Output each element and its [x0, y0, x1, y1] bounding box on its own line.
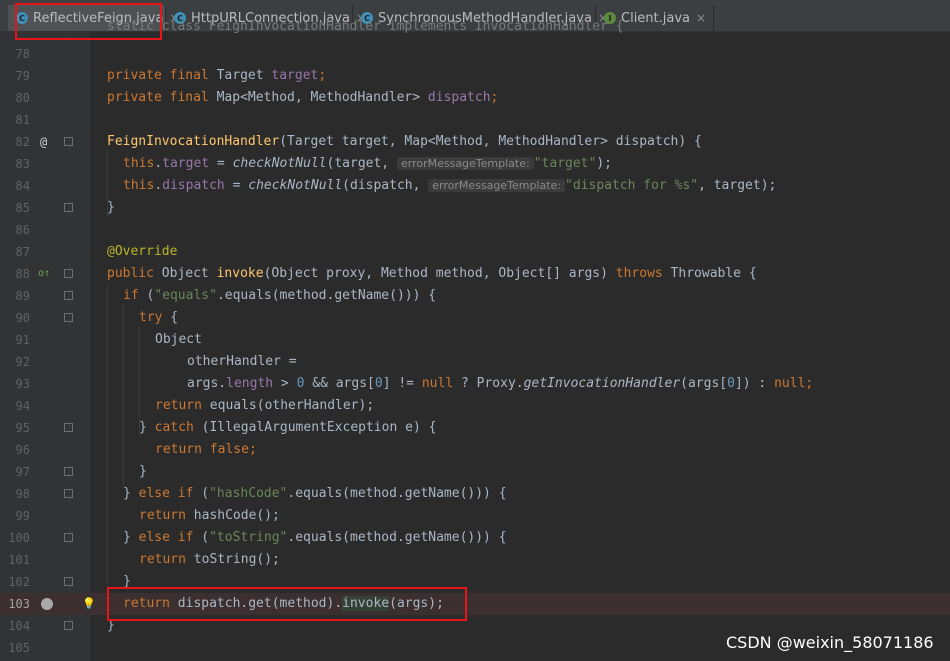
code-line: 99 return hashCode(); [0, 505, 950, 527]
code-text[interactable]: return false; [155, 439, 257, 461]
code-line: 98 } else if ("hashCode".equals(method.g… [0, 483, 950, 505]
code-text[interactable]: return hashCode(); [139, 505, 280, 527]
code-text[interactable]: args.length > 0 && args[0] != null ? Pro… [187, 373, 813, 395]
fold-icon[interactable] [64, 269, 73, 278]
fold-icon[interactable] [64, 467, 73, 476]
code-line: 85 } [0, 197, 950, 219]
line-number: 102 [8, 575, 30, 589]
code-text: static class FeignInvocationHandler impl… [107, 20, 624, 34]
watermark: CSDN @weixin_58071186 [726, 633, 934, 652]
parameter-hint: errorMessageTemplate: [396, 157, 534, 170]
line-number: 84 [15, 179, 30, 193]
line-number: 78 [15, 47, 30, 61]
code-line: 89 if ("equals".equals(method.getName())… [0, 285, 950, 307]
code-line: 94 return equals(otherHandler); [0, 395, 950, 417]
code-line: 78 [0, 43, 950, 65]
code-text[interactable]: try { [139, 307, 178, 329]
code-text[interactable]: @Override [107, 241, 177, 263]
breakpoint-icon[interactable] [41, 598, 53, 610]
code-line: 80 private final Map<Method, MethodHandl… [0, 87, 950, 109]
line-number: 86 [15, 223, 30, 237]
line-number: 100 [8, 531, 30, 545]
line-number: 97 [15, 465, 30, 479]
lightbulb-icon[interactable]: 💡 [82, 593, 96, 615]
code-text[interactable]: Object [155, 329, 202, 351]
line-number: 83 [15, 157, 30, 171]
code-text[interactable]: } [139, 461, 147, 483]
code-text[interactable]: } catch (IllegalArgumentException e) { [139, 417, 436, 439]
code-line: 96 return false; [0, 439, 950, 461]
line-number: 92 [15, 355, 30, 369]
fold-icon[interactable] [64, 291, 73, 300]
line-number: 87 [15, 245, 30, 259]
line-number: 93 [15, 377, 30, 391]
highlight-box-tab [15, 3, 162, 40]
code-text[interactable]: this.dispatch = checkNotNull(dispatch, e… [123, 175, 776, 197]
code-line: 82 @ FeignInvocationHandler(Target targe… [0, 131, 950, 153]
code-text[interactable]: if ("equals".equals(method.getName())) { [123, 285, 436, 307]
line-number: 79 [15, 69, 30, 83]
fold-icon[interactable] [64, 533, 73, 542]
line-number: 80 [15, 91, 30, 105]
code-text[interactable]: } else if ("hashCode".equals(method.getN… [123, 483, 507, 505]
line-number: 101 [8, 553, 30, 567]
line-number: 105 [8, 641, 30, 655]
line-number: 98 [15, 487, 30, 501]
fold-icon[interactable] [64, 137, 73, 146]
line-number: 88 [15, 267, 30, 281]
code-line: 86 [0, 219, 950, 241]
override-icon[interactable]: o↑ [38, 263, 50, 285]
code-text[interactable]: public Object invoke(Object proxy, Metho… [107, 263, 757, 285]
at-icon[interactable]: @ [40, 131, 47, 153]
code-text[interactable]: private final Target target; [107, 65, 326, 87]
code-line: 88 o↑ public Object invoke(Object proxy,… [0, 263, 950, 285]
code-text[interactable]: private final Map<Method, MethodHandler>… [107, 87, 498, 109]
code-text[interactable]: otherHandler = [187, 351, 297, 373]
line-number: 94 [15, 399, 30, 413]
line-number: 95 [15, 421, 30, 435]
code-text[interactable]: } [107, 197, 115, 219]
line-number: 96 [15, 443, 30, 457]
line-number: 85 [15, 201, 30, 215]
code-line: 84 this.dispatch = checkNotNull(dispatch… [0, 175, 950, 197]
code-line: 81 [0, 109, 950, 131]
code-text[interactable]: FeignInvocationHandler(Target target, Ma… [107, 131, 702, 153]
line-number: 91 [15, 333, 30, 347]
line-number: 81 [15, 113, 30, 127]
line-number: 90 [15, 311, 30, 325]
code-line: 93 args.length > 0 && args[0] != null ? … [0, 373, 950, 395]
code-text[interactable]: this.target = checkNotNull(target, error… [123, 153, 612, 175]
fold-icon[interactable] [64, 203, 73, 212]
code-line: 92 otherHandler = [0, 351, 950, 373]
code-line: 100 } else if ("toString".equals(method.… [0, 527, 950, 549]
code-line: 90 try { [0, 307, 950, 329]
fold-icon[interactable] [64, 577, 73, 586]
code-line: 97 } [0, 461, 950, 483]
code-text[interactable]: } else if ("toString".equals(method.getN… [123, 527, 507, 549]
code-line: 91 Object [0, 329, 950, 351]
line-number: 82 [15, 135, 30, 149]
code-line: 83 this.target = checkNotNull(target, er… [0, 153, 950, 175]
code-line: 79 private final Target target; [0, 65, 950, 87]
code-line: 87 @Override [0, 241, 950, 263]
code-text[interactable]: return toString(); [139, 549, 280, 571]
line-number: 99 [15, 509, 30, 523]
code-text[interactable]: return equals(otherHandler); [155, 395, 374, 417]
line-number: 103 [8, 597, 30, 611]
fold-icon[interactable] [64, 313, 73, 322]
parameter-hint: errorMessageTemplate: [428, 179, 566, 192]
line-number: 104 [8, 619, 30, 633]
highlight-box-line [107, 587, 467, 621]
fold-icon[interactable] [64, 489, 73, 498]
line-number: 89 [15, 289, 30, 303]
code-line: 95 } catch (IllegalArgumentException e) … [0, 417, 950, 439]
code-line: 101 return toString(); [0, 549, 950, 571]
fold-icon[interactable] [64, 621, 73, 630]
fold-icon[interactable] [64, 423, 73, 432]
